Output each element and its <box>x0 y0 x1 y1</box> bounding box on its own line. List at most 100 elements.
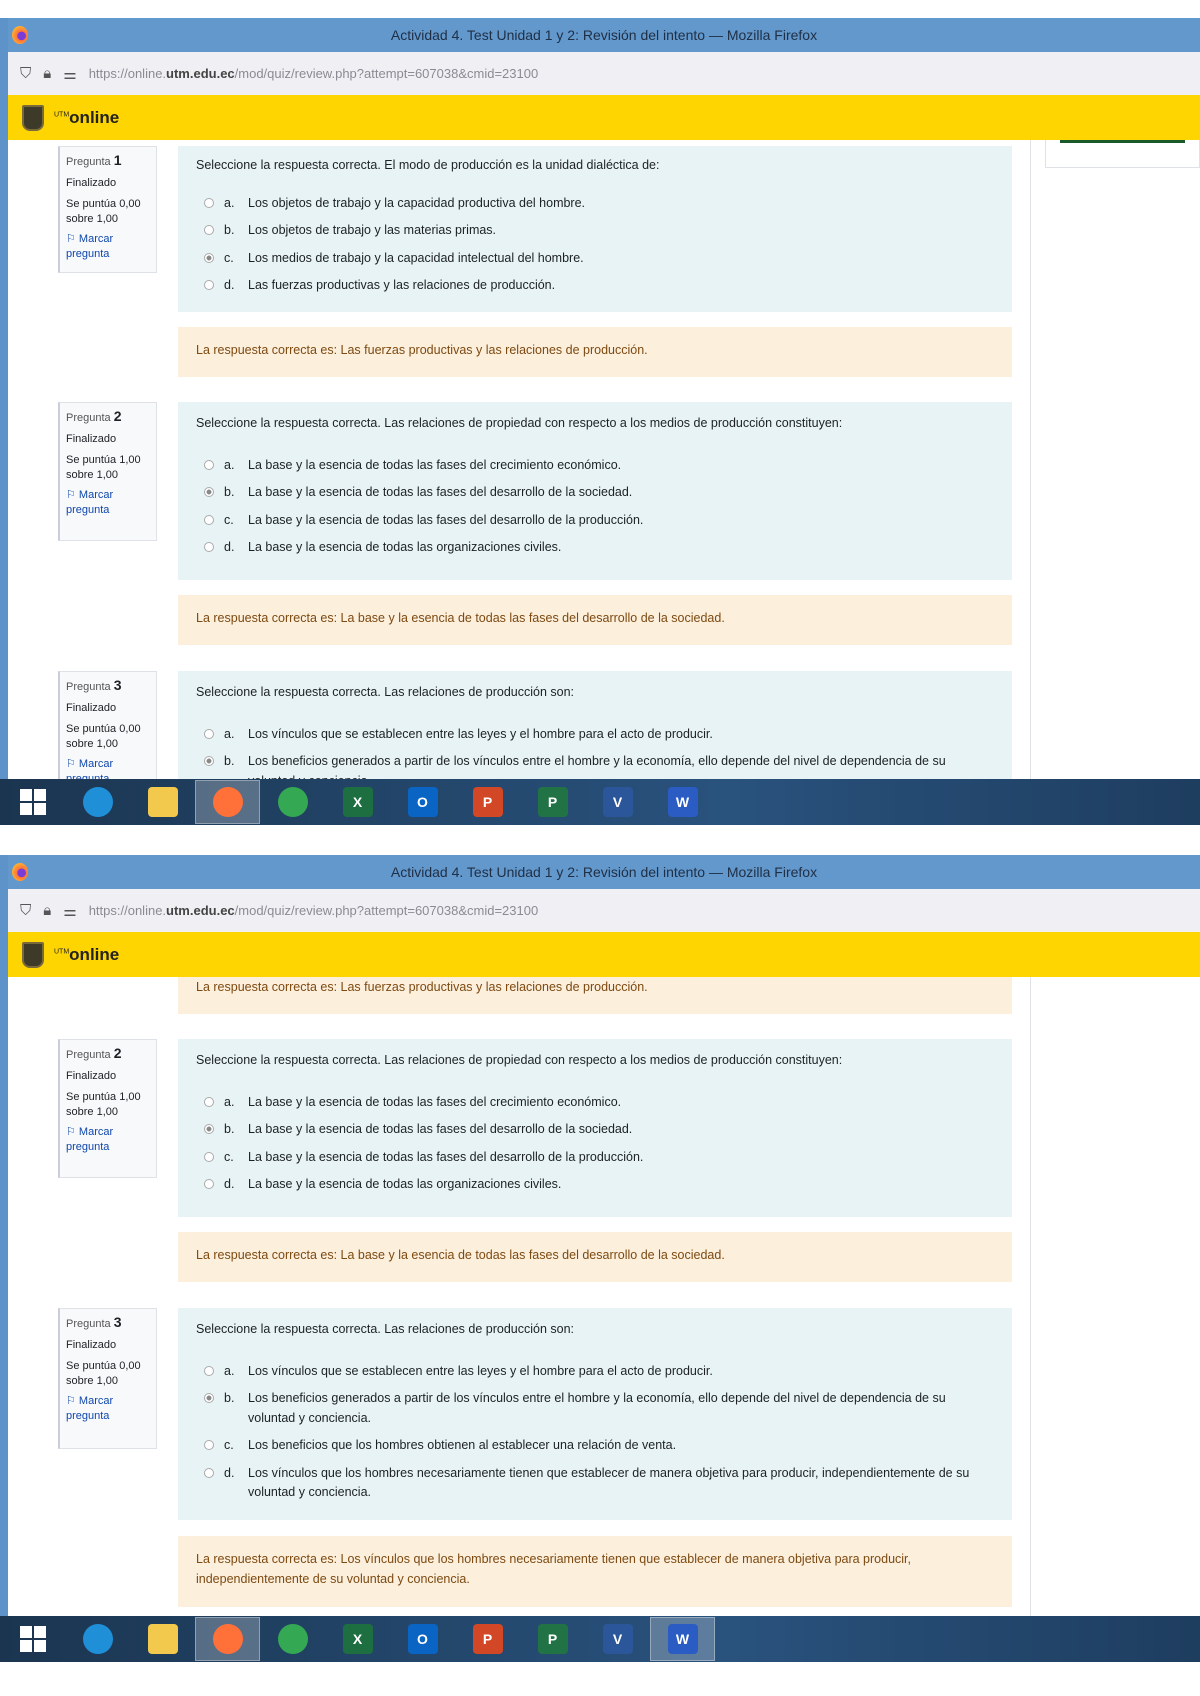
university-crest-icon[interactable] <box>22 941 44 968</box>
radio-button[interactable] <box>204 1366 214 1376</box>
radio-button[interactable] <box>204 1467 214 1478</box>
file-explorer-taskbar-button[interactable] <box>130 780 195 824</box>
flag-question-link[interactable]: ⚐ Marcar pregunta <box>66 1125 150 1155</box>
firefox-taskbar-button[interactable] <box>195 780 260 824</box>
project-icon: P <box>537 1624 568 1654</box>
answer-option[interactable]: b. Los beneficios generados a partir de l… <box>196 1389 994 1428</box>
lock-icon[interactable]: 🔒︎ <box>43 902 51 919</box>
answer-option[interactable]: d. La base y la esencia de todas las orga… <box>196 1175 994 1194</box>
edge-taskbar-button[interactable] <box>65 780 130 824</box>
chrome-taskbar-button[interactable] <box>260 1617 325 1661</box>
quiz-navigation-block <box>1045 140 1200 168</box>
answer-option[interactable]: c. Los beneficios que los hombres obtiene… <box>196 1436 994 1455</box>
start-button[interactable] <box>0 780 65 824</box>
answer-option[interactable]: d. Las fuerzas productivas y las relacion… <box>196 276 994 295</box>
site-logo[interactable]: UTMonline <box>54 108 119 128</box>
logo-text: online <box>69 107 120 127</box>
permissions-icon[interactable]: ⚌ <box>63 65 76 83</box>
flag-question-link[interactable]: ⚐ Marcar pregunta <box>66 488 150 518</box>
chrome-taskbar-button[interactable] <box>260 780 325 824</box>
answer-option[interactable]: b. La base y la esencia de todas las fase… <box>196 483 994 502</box>
radio-button[interactable] <box>204 280 214 291</box>
shield-icon[interactable]: ⛉ <box>20 65 31 82</box>
firefox-icon <box>212 1624 243 1654</box>
permissions-icon[interactable]: ⚌ <box>63 902 76 920</box>
radio-button-selected[interactable] <box>204 756 214 767</box>
answer-option[interactable]: d. La base y la esencia de todas las orga… <box>196 538 994 557</box>
radio-button[interactable] <box>204 1151 214 1162</box>
radio-button[interactable] <box>204 1097 214 1107</box>
radio-button[interactable] <box>204 460 214 470</box>
answer-option[interactable]: a. Los objetos de trabajo y la capacidad … <box>196 194 994 213</box>
url-text[interactable]: https://online.utm.edu.ec/mod/quiz/revie… <box>89 903 539 918</box>
answer-option[interactable]: b. Los objetos de trabajo y las materias … <box>196 221 994 240</box>
radio-button[interactable] <box>204 514 214 525</box>
flag-question-link[interactable]: ⚐ Marcar pregunta <box>66 232 150 262</box>
radio-button[interactable] <box>204 542 214 553</box>
site-logo[interactable]: UTMonline <box>54 945 119 965</box>
answer-option[interactable]: a. La base y la esencia de todas las fase… <box>196 456 994 475</box>
radio-button[interactable] <box>204 729 214 739</box>
answer-option[interactable]: c. La base y la esencia de todas las fase… <box>196 511 994 530</box>
firefox-taskbar-button[interactable] <box>195 1617 260 1661</box>
answer-option[interactable]: d. Los vínculos que los hombres necesaria… <box>196 1464 994 1503</box>
visio-icon: V <box>602 787 633 817</box>
university-crest-icon[interactable] <box>22 104 44 131</box>
quiz-review-page: Pregunta 1 Finalizado Se puntúa 0,00 sob… <box>8 140 1200 779</box>
page-viewport[interactable]: Pregunta 1 Finalizado Se puntúa 0,00 sob… <box>8 140 1200 779</box>
word-taskbar-button[interactable]: W <box>650 1617 715 1661</box>
question-box-2: Seleccione la respuesta correcta. Las re… <box>178 1039 1012 1217</box>
powerpoint-taskbar-button[interactable]: P <box>455 780 520 824</box>
lock-icon[interactable]: 🔒︎ <box>43 65 51 82</box>
word-taskbar-button[interactable]: W <box>650 780 715 824</box>
answer-option[interactable]: a. Los vínculos que se establecen entre l… <box>196 1362 994 1381</box>
project-taskbar-button[interactable]: P <box>520 1617 585 1661</box>
flag-question-link[interactable]: ⚐ Marcar pregunta <box>66 757 150 779</box>
visio-taskbar-button[interactable]: V <box>585 1617 650 1661</box>
excel-taskbar-button[interactable]: X <box>325 1617 390 1661</box>
question-info-3: Pregunta 3 Finalizado Se puntúa 0,00 sob… <box>58 1308 157 1449</box>
visio-taskbar-button[interactable]: V <box>585 780 650 824</box>
question-box-3: Seleccione la respuesta correcta. Las re… <box>178 671 1012 779</box>
edge-taskbar-button[interactable] <box>65 1617 130 1661</box>
answer-option[interactable]: a. La base y la esencia de todas las fase… <box>196 1093 994 1112</box>
windows-logo-icon <box>19 1626 46 1652</box>
answer-option[interactable]: a. Los vínculos que se establecen entre l… <box>196 725 994 744</box>
radio-button[interactable] <box>204 1179 214 1190</box>
radio-button-selected[interactable] <box>204 1124 214 1135</box>
answer-option[interactable]: c. Los medios de trabajo y la capacidad i… <box>196 249 994 268</box>
file-explorer-taskbar-button[interactable] <box>130 1617 195 1661</box>
shield-icon[interactable]: ⛉ <box>20 902 31 919</box>
project-taskbar-button[interactable]: P <box>520 780 585 824</box>
radio-button[interactable] <box>204 1440 214 1451</box>
chrome-icon <box>277 1624 308 1654</box>
url-prefix: https://online. <box>88 66 167 81</box>
outlook-taskbar-button[interactable]: O <box>390 780 455 824</box>
excel-taskbar-button[interactable]: X <box>325 780 390 824</box>
flag-question-link[interactable]: ⚐ Marcar pregunta <box>66 1394 150 1424</box>
question-score: Se puntúa 0,00 sobre 1,00 <box>66 197 141 225</box>
answer-option[interactable]: b. La base y la esencia de todas las fase… <box>196 1120 994 1139</box>
progress-bar <box>1060 140 1185 143</box>
radio-button-selected[interactable] <box>204 252 214 263</box>
question-score: Se puntúa 1,00 sobre 1,00 <box>66 1090 141 1118</box>
answer-option[interactable]: c. La base y la esencia de todas las fase… <box>196 1148 994 1167</box>
start-button[interactable] <box>0 1617 65 1661</box>
answer-option[interactable]: b. Los beneficios generados a partir de l… <box>196 752 994 779</box>
powerpoint-taskbar-button[interactable]: P <box>455 1617 520 1661</box>
address-bar[interactable]: ⛉ 🔒︎ ⚌ https://online.utm.edu.ec/mod/qui… <box>8 889 1200 932</box>
radio-button[interactable] <box>204 225 214 236</box>
url-text[interactable]: https://online.utm.edu.ec/mod/quiz/revie… <box>89 66 539 81</box>
address-bar[interactable]: ⛉ 🔒︎ ⚌ https://online.utm.edu.ec/mod/qui… <box>8 52 1200 95</box>
project-icon: P <box>537 787 568 817</box>
question-number: Pregunta 3 <box>66 677 122 693</box>
flag-icon: ⚐ <box>66 1126 79 1139</box>
page-viewport[interactable]: Pregunta 1 Finalizado Se puntúa 0,00 sob… <box>8 977 1200 1616</box>
radio-button-selected[interactable] <box>204 1393 214 1404</box>
flag-icon: ⚐ <box>66 233 79 246</box>
radio-button-selected[interactable] <box>204 487 214 498</box>
radio-button[interactable] <box>204 198 214 208</box>
windows-taskbar: XOPPVW <box>0 779 1200 825</box>
screenshot-bottom: Actividad 4. Test Unidad 1 y 2: Revisión… <box>0 855 1200 1662</box>
outlook-taskbar-button[interactable]: O <box>390 1617 455 1661</box>
